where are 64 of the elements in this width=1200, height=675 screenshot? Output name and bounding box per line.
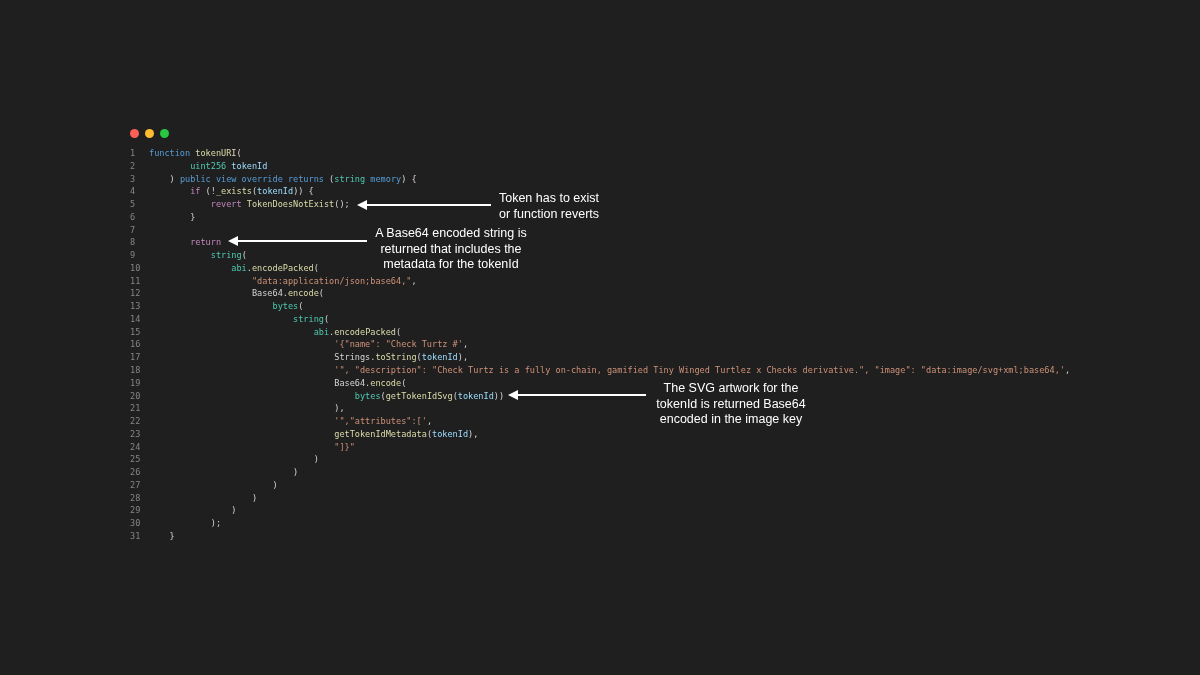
code-line: string( (209, 249, 247, 262)
code-line: abi.encodePacked( (230, 261, 319, 275)
code-line: bytes( (271, 300, 304, 313)
code-line: Base64.encode( (333, 376, 407, 390)
code-line: '","attributes":[', (333, 415, 433, 428)
code-line: ) (292, 466, 299, 479)
line-number: 13 (130, 300, 142, 313)
code-line: "]}" (333, 440, 355, 454)
code-line: abi.encodePacked( (312, 325, 402, 339)
annotation-text: The SVG artwork for the tokenId is returned Base64 encoded in the image key (655, 381, 807, 428)
line-number: 16 (130, 338, 142, 352)
code-line: ), (333, 402, 345, 416)
line-number: 29 (130, 504, 142, 518)
code-line: '{"name": "Check Turtz #', (333, 338, 469, 352)
line-number: 8 (130, 236, 137, 250)
line-number: 2 (130, 159, 137, 173)
code-line: return (189, 236, 222, 250)
line-number: 18 (130, 364, 142, 377)
line-number: 23 (130, 427, 142, 441)
line-number: 21 (130, 402, 142, 416)
line-number: 7 (130, 223, 137, 237)
line-number: 26 (130, 466, 142, 479)
line-number: 20 (130, 389, 142, 403)
line-number: 27 (130, 478, 142, 492)
line-number: 28 (130, 491, 142, 505)
line-number: 22 (130, 415, 142, 428)
line-number: 24 (130, 440, 142, 454)
code-line: getTokenIdMetadata(tokenId), (333, 427, 479, 441)
code-line: Strings.toString(tokenId), (333, 351, 469, 364)
line-number: 3 (130, 172, 137, 186)
code-line: "data:application/json;base64,", (250, 274, 417, 288)
code-line: ) (312, 453, 319, 467)
code-line: if (!_exists(tokenId)) { (189, 185, 314, 199)
code-line: ) (271, 478, 278, 492)
code-line: ); (209, 517, 222, 530)
code-line: bytes(getTokenIdSvg(tokenId)) (353, 389, 505, 403)
code-line: '", "description": "Check Turtz is a fully on-chain, gamified Tiny Winged Turtlez x Checks derivative.", "image": "data:image/svg+xml;base64,', (333, 364, 1071, 377)
line-number: 15 (130, 325, 142, 339)
code-line: uint256 tokenId (189, 159, 268, 173)
line-number: 6 (130, 210, 137, 224)
line-number: 19 (130, 376, 142, 390)
line-number: 9 (130, 249, 137, 262)
line-number: 10 (130, 261, 142, 275)
code-line: } (168, 529, 175, 543)
code-line: Base64.encode( (250, 287, 324, 301)
line-number: 12 (130, 287, 142, 301)
line-number: 5 (130, 198, 137, 211)
code-line: ) (250, 491, 258, 505)
line-number: 14 (130, 312, 142, 326)
code-line: revert TokenDoesNotExist(); (209, 198, 350, 211)
annotation-text: A Base64 encoded string is returned that includes the metadata for the tokenId (374, 226, 528, 273)
line-number: 4 (130, 185, 137, 199)
code-line: ) public view override returns (string memory) { (168, 172, 417, 186)
line-number: 25 (130, 453, 142, 467)
line-number: 11 (130, 274, 142, 288)
code-line: string( (292, 312, 330, 326)
line-number: 30 (130, 517, 142, 530)
code-line: ) (230, 504, 237, 518)
line-number: 31 (130, 529, 142, 543)
annotation-text: Token has to exist or function reverts (497, 191, 601, 222)
code-line: } (189, 210, 196, 224)
line-number: 1 (130, 147, 137, 160)
line-number: 17 (130, 351, 142, 364)
code-line: function tokenURI( (149, 147, 242, 160)
